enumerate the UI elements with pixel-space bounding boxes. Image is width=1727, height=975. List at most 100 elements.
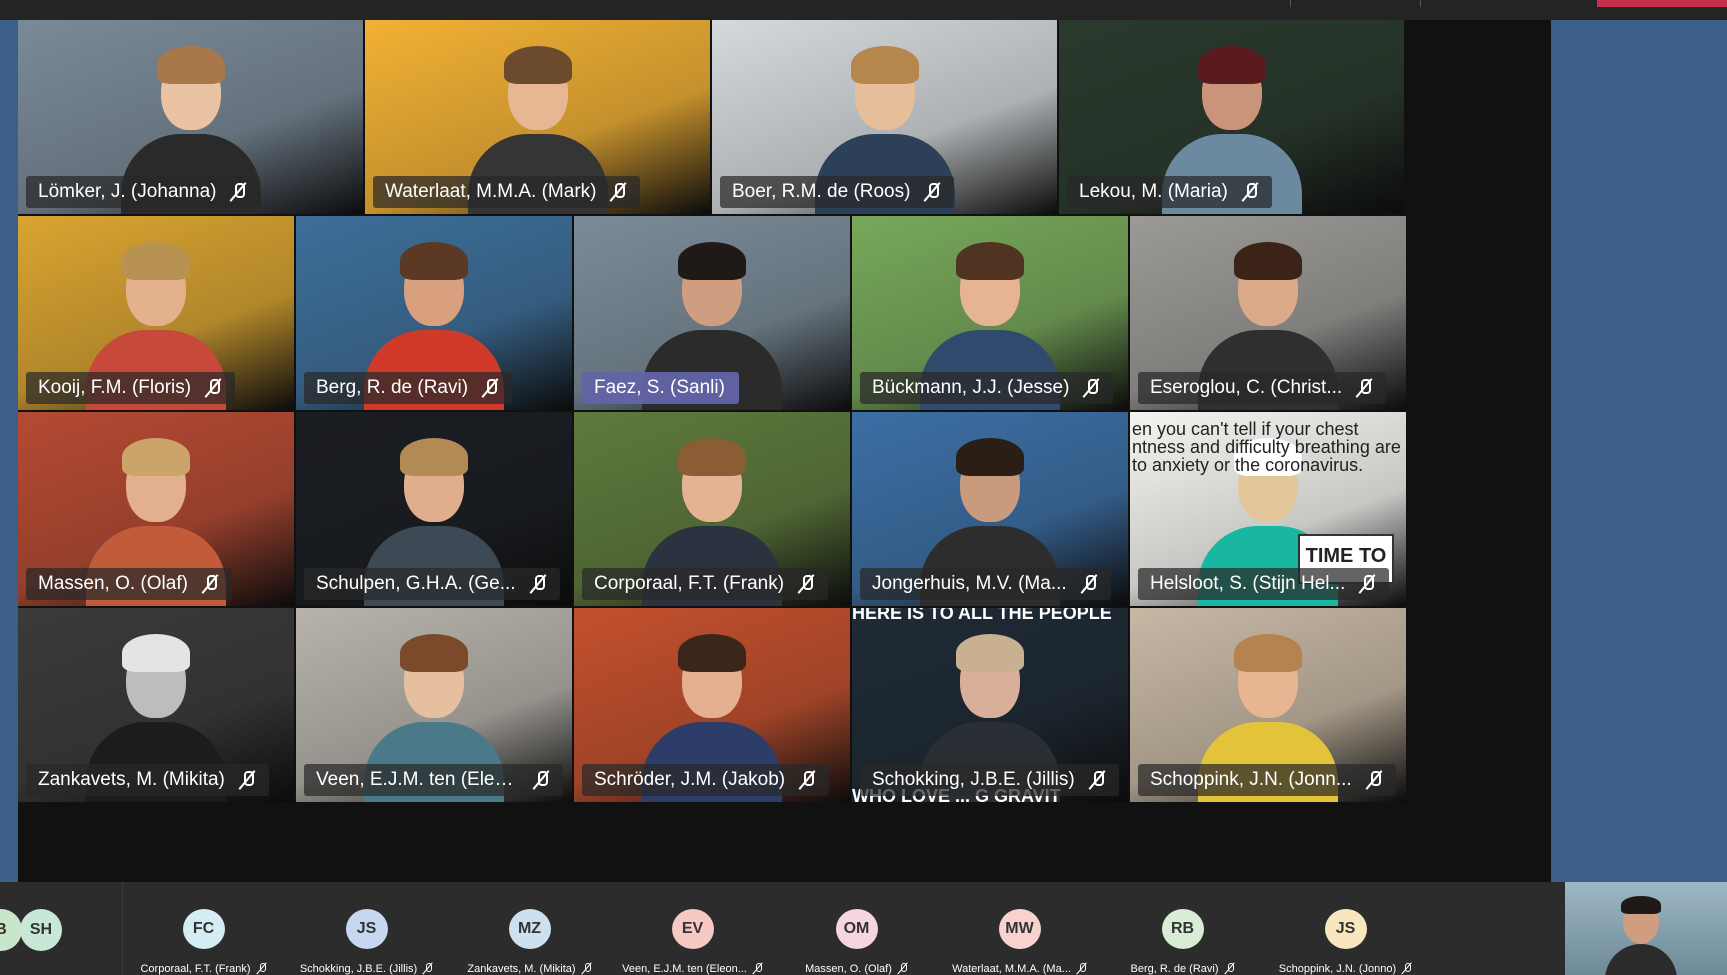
video-tile[interactable]: Berg, R. de (Ravi) [296,216,572,410]
video-tile[interactable]: Schröder, J.M. (Jakob) [574,608,850,802]
participant-nameplate: Zankavets, M. (Mikita) [26,764,269,796]
video-tile[interactable]: Veen, E.J.M. ten (Eleo... [296,608,572,802]
tray-participant-name: Massen, O. (Olaf) [805,963,892,975]
participant-hair [400,242,468,280]
mic-muted-icon [924,182,940,202]
video-tile[interactable]: Massen, O. (Olaf) [18,412,294,606]
tray-participant[interactable]: MW Waterlaat, M.M.A. (Ma... [938,882,1101,975]
participant-nameplate: Boer, R.M. de (Roos) [720,176,955,208]
mic-muted-icon [1077,963,1087,975]
participant-name: Bückmann, J.J. (Jesse) [872,377,1070,398]
top-bar [0,0,1727,20]
tray-participant-label: Veen, E.J.M. ten (Eleon... [622,963,763,975]
tray-participant-name: Waterlaat, M.M.A. (Ma... [952,963,1071,975]
video-tile[interactable]: Faez, S. (Sanli) [574,216,850,410]
mic-muted-icon [753,963,763,975]
video-tile[interactable]: Jongerhuis, M.V. (Ma... [852,412,1128,606]
mic-muted-icon [1242,182,1258,202]
mic-muted-icon [1356,378,1372,398]
participant-name: Faez, S. (Sanli) [594,377,725,398]
mic-muted-icon [1083,378,1099,398]
participant-name: Corporaal, F.T. (Frank) [594,573,785,594]
participant-name: Helsloot, S. (Stijn Hel... [1150,573,1346,594]
participant-hair [956,242,1024,280]
video-tile[interactable]: Eseroglou, C. (Christ... [1130,216,1406,410]
tray-participant[interactable]: SH [0,882,82,975]
participant-tray: B SH FC Corporaal, F.T. (Frank) JS Schokking,… [0,882,1565,975]
video-tile[interactable]: HERE IS TO ALL THE PEOPLEWHO LOVE ... G … [852,608,1128,802]
tray-participant-name: Berg, R. de (Ravi) [1130,963,1219,975]
video-tile[interactable]: Bückmann, J.J. (Jesse) [852,216,1128,410]
tray-participant-label: Zankavets, M. (Mikita) [467,963,591,975]
participant-hair [956,634,1024,672]
tray-participant-label: Schokking, J.B.E. (Jillis) [300,963,433,975]
meme-caption-top: HERE IS TO ALL THE PEOPLE [852,608,1112,623]
video-grid: Lömker, J. (Johanna) Waterlaat, M.M.A. (M… [18,20,1551,882]
participant-name: Massen, O. (Olaf) [38,573,188,594]
participant-nameplate: Helsloot, S. (Stijn Hel... [1138,568,1390,600]
participant-name: Kooij, F.M. (Floris) [38,377,192,398]
mic-muted-icon [482,378,498,398]
top-bar-separator [1420,0,1421,7]
mic-muted-icon [533,770,549,790]
tray-participant-name: Schokking, J.B.E. (Jillis) [299,963,418,975]
tray-participant[interactable]: MZ Zankavets, M. (Mikita) [448,882,611,975]
tray-participant[interactable]: RB Berg, R. de (Ravi) [1101,882,1264,975]
participant-nameplate: Eseroglou, C. (Christ... [1138,372,1387,404]
tray-participant-name: Veen, E.J.M. ten (Eleon... [622,963,747,975]
mic-muted-icon [798,574,814,594]
participant-hair [1234,634,1302,672]
participant-name: Zankavets, M. (Mikita) [38,769,225,790]
mic-muted-icon [530,574,546,594]
mic-muted-icon [230,182,246,202]
tray-participant[interactable]: JS Schokking, J.B.E. (Jillis) [285,882,448,975]
video-tile[interactable]: en you can't tell if your chest ntness an… [1130,412,1406,606]
participant-name: Schokking, J.B.E. (Jillis) [872,769,1075,790]
tray-participant-label: Waterlaat, M.M.A. (Ma... [952,963,1087,975]
participant-avatar: OM [835,909,878,949]
tray-participant-label: Schoppink, J.N. (Jonno) [1279,963,1412,975]
tray-participant-name: Zankavets, M. (Mikita) [467,963,576,975]
video-tile[interactable]: Corporaal, F.T. (Frank) [574,412,850,606]
tray-participant-name: Corporaal, F.T. (Frank) [140,963,251,975]
participant-nameplate: Lömker, J. (Johanna) [26,176,261,208]
participant-avatar: MW [998,909,1041,949]
tray-participant-label: Berg, R. de (Ravi) [1130,963,1234,975]
mic-muted-icon [1366,770,1382,790]
video-tile[interactable]: Schoppink, J.N. (Jonn... [1130,608,1406,802]
tray-participant[interactable]: EV Veen, E.J.M. ten (Eleon... [611,882,774,975]
mic-muted-icon [257,963,267,975]
mic-muted-icon [582,963,592,975]
mic-muted-icon [1081,574,1097,594]
participant-name: Schulpen, G.H.A. (Ge... [316,573,516,594]
participant-nameplate: Schokking, J.B.E. (Jillis) [860,764,1119,796]
participant-name: Schoppink, J.N. (Jonn... [1150,769,1352,790]
self-view-hair [1621,896,1661,914]
tray-participant[interactable]: OM Massen, O. (Olaf) [775,882,938,975]
participant-nameplate: Schulpen, G.H.A. (Ge... [304,568,560,600]
video-tile[interactable]: Lömker, J. (Johanna) [18,20,363,214]
video-tile[interactable]: Zankavets, M. (Mikita) [18,608,294,802]
self-view[interactable] [1565,882,1727,975]
video-tile[interactable]: Kooij, F.M. (Floris) [18,216,294,410]
video-tile[interactable]: Boer, R.M. de (Roos) [712,20,1057,214]
participant-nameplate: Schoppink, J.N. (Jonn... [1138,764,1396,796]
tray-divider [122,882,123,975]
video-tile[interactable]: Schulpen, G.H.A. (Ge... [296,412,572,606]
video-tile[interactable]: Lekou, M. (Maria) [1059,20,1404,214]
video-tile[interactable]: Waterlaat, M.M.A. (Mark) [365,20,710,214]
participant-hair [503,46,572,84]
meme-caption: to anxiety or the coronavirus. [1132,455,1364,475]
top-bar-separator [1290,0,1291,7]
mic-muted-icon [205,378,221,398]
participant-hair [122,438,190,476]
mic-muted-icon [239,770,255,790]
participant-nameplate: Jongerhuis, M.V. (Ma... [860,568,1111,600]
participant-name: Berg, R. de (Ravi) [316,377,469,398]
tray-participant[interactable]: FC Corporaal, F.T. (Frank) [122,882,285,975]
mic-muted-icon [898,963,908,975]
tray-participant[interactable]: JS Schoppink, J.N. (Jonno) [1264,882,1427,975]
participant-nameplate: Bückmann, J.J. (Jesse) [860,372,1114,404]
leave-button[interactable] [1597,0,1727,7]
participant-hair [400,438,468,476]
